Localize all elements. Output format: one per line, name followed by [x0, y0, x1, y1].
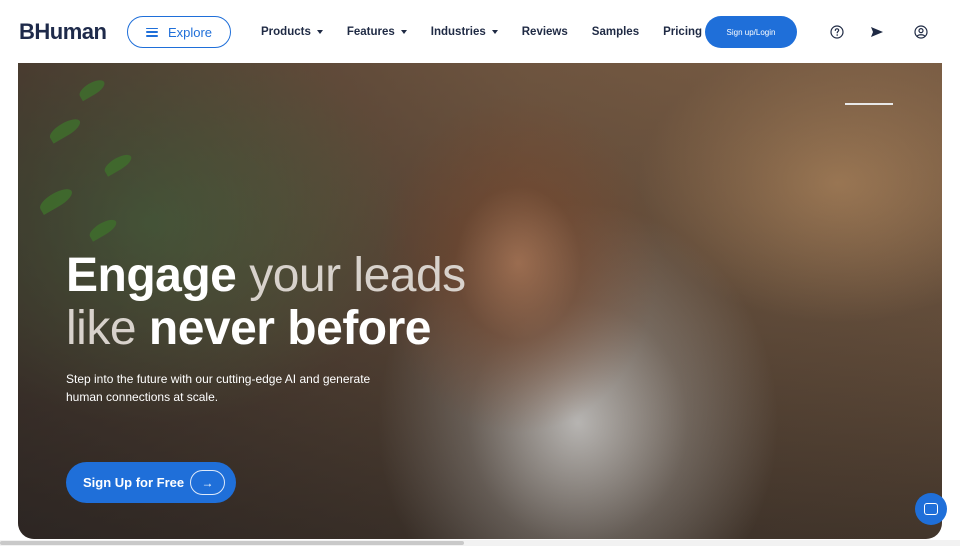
chevron-down-icon	[316, 30, 323, 34]
slide-indicator	[845, 103, 893, 105]
plant-leaf	[36, 184, 76, 216]
hero-title: Engage your leads like never before	[66, 249, 466, 355]
nav-pricing[interactable]: Pricing	[663, 26, 702, 38]
help-icon[interactable]	[830, 25, 844, 39]
cta-label: Sign Up for Free	[83, 475, 185, 490]
chat-widget-button[interactable]	[915, 493, 947, 525]
signup-login-button[interactable]: Sign up/Login	[705, 16, 797, 48]
menu-icon	[145, 27, 158, 37]
chevron-down-icon	[400, 30, 407, 34]
arrow-right-icon: →	[190, 470, 225, 495]
send-icon[interactable]	[870, 25, 884, 39]
chat-bubble-icon	[924, 503, 938, 515]
chevron-down-icon	[491, 30, 498, 34]
nav-products[interactable]: Products	[261, 26, 323, 38]
plant-leaf	[76, 76, 108, 102]
sign-up-free-button[interactable]: Sign Up for Free →	[66, 462, 236, 503]
main-nav: Products Features Industries Reviews Sam…	[261, 24, 726, 40]
nav-reviews[interactable]: Reviews	[522, 26, 568, 38]
horizontal-scrollbar-thumb[interactable]	[0, 541, 464, 545]
nav-features[interactable]: Features	[347, 26, 407, 38]
plant-leaf	[47, 115, 83, 144]
nav-industries[interactable]: Industries	[431, 26, 498, 38]
plant-leaf	[87, 216, 119, 242]
explore-button[interactable]: Explore	[127, 16, 231, 48]
brand-logo[interactable]: BHuman	[19, 19, 107, 45]
site-header: BHuman Explore Products Features Industr…	[0, 0, 960, 63]
explore-label: Explore	[167, 24, 213, 40]
nav-samples[interactable]: Samples	[592, 26, 639, 38]
plant-leaf	[102, 151, 134, 177]
user-account-icon[interactable]	[914, 25, 928, 39]
hero-banner: Engage your leads like never before Step…	[18, 63, 942, 539]
hero-subtitle: Step into the future with our cutting-ed…	[66, 372, 371, 404]
